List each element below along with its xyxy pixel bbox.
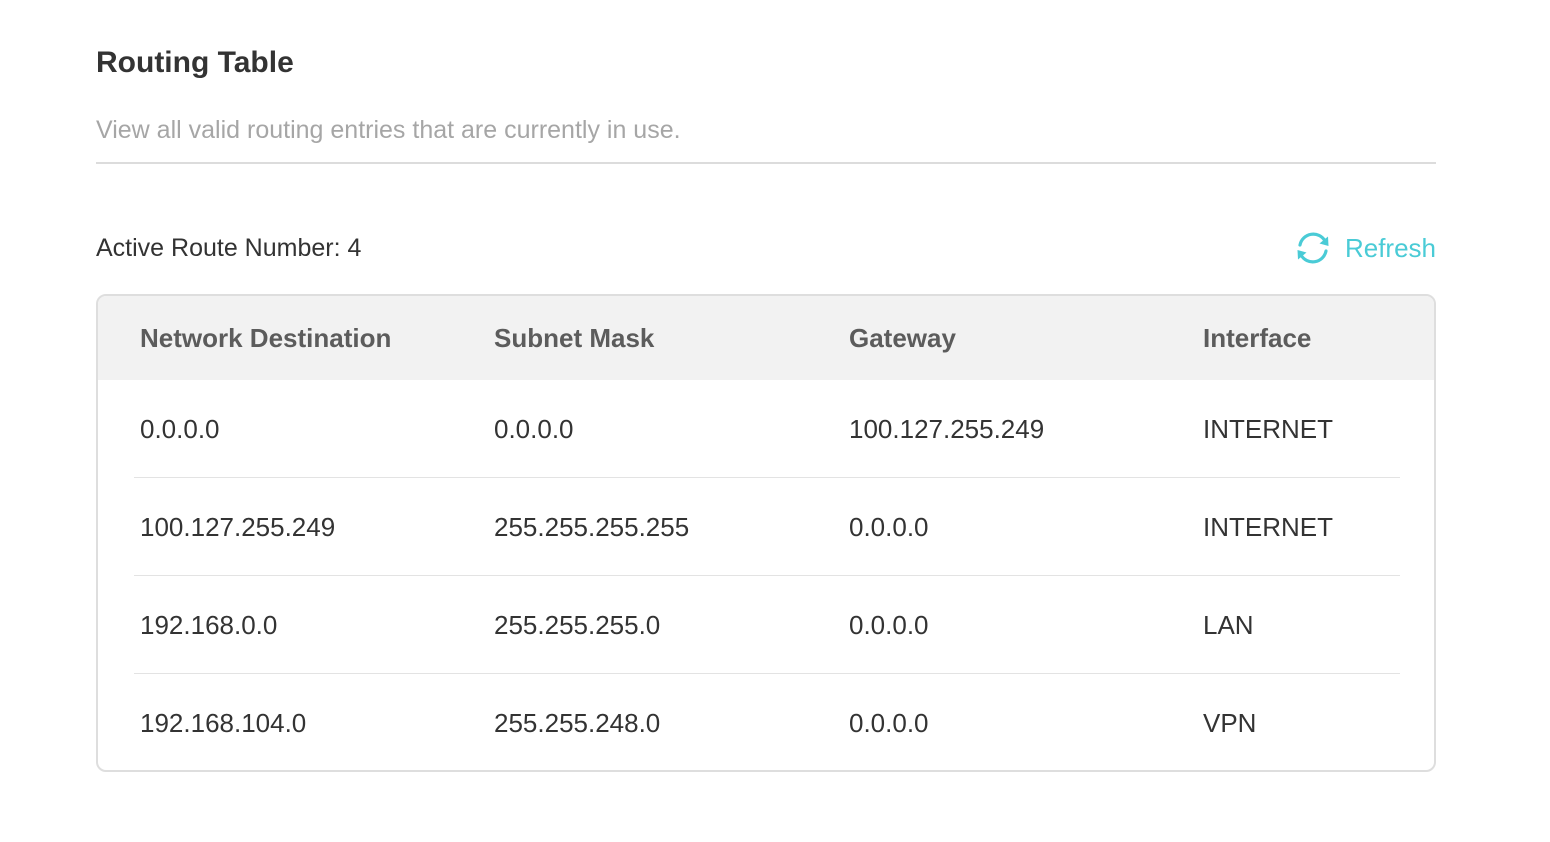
- table-row: 192.168.104.0 255.255.248.0 0.0.0.0 VPN: [98, 674, 1434, 770]
- cell-subnet-mask: 255.255.248.0: [494, 708, 661, 738]
- routing-table: Network Destination Subnet Mask Gateway …: [96, 294, 1436, 772]
- cell-gateway: 100.127.255.249: [849, 414, 1045, 444]
- cell-interface: INTERNET: [1203, 512, 1333, 542]
- table-header-row: Network Destination Subnet Mask Gateway …: [98, 296, 1434, 380]
- cell-interface: LAN: [1203, 610, 1254, 640]
- cell-interface: VPN: [1203, 708, 1257, 738]
- active-route-count: Active Route Number: 4: [96, 234, 362, 262]
- column-header-gateway: Gateway: [849, 323, 956, 353]
- column-header-subnet-mask: Subnet Mask: [494, 323, 655, 353]
- table-body: 0.0.0.0 0.0.0.0 100.127.255.249 INTERNET…: [98, 380, 1434, 770]
- cell-subnet-mask: 0.0.0.0: [494, 414, 574, 444]
- cell-network-destination: 192.168.104.0: [140, 708, 307, 738]
- cell-network-destination: 0.0.0.0: [140, 414, 220, 444]
- cell-subnet-mask: 255.255.255.255: [494, 512, 690, 542]
- refresh-button[interactable]: Refresh: [1293, 227, 1436, 269]
- table-row: 100.127.255.249 255.255.255.255 0.0.0.0 …: [98, 478, 1434, 576]
- cell-network-destination: 100.127.255.249: [140, 512, 336, 542]
- cell-gateway: 0.0.0.0: [849, 512, 929, 542]
- column-header-network-destination: Network Destination: [140, 323, 392, 353]
- page-description: View all valid routing entries that are …: [96, 116, 681, 144]
- table-row: 192.168.0.0 255.255.255.0 0.0.0.0 LAN: [98, 576, 1434, 674]
- cell-gateway: 0.0.0.0: [849, 708, 929, 738]
- cell-network-destination: 192.168.0.0: [140, 610, 278, 640]
- refresh-icon: [1297, 232, 1329, 264]
- cell-interface: INTERNET: [1203, 414, 1333, 444]
- table-row: 0.0.0.0 0.0.0.0 100.127.255.249 INTERNET: [98, 380, 1434, 478]
- column-header-interface: Interface: [1203, 323, 1312, 353]
- cell-subnet-mask: 255.255.255.0: [494, 610, 661, 640]
- header-divider: [96, 162, 1436, 164]
- cell-gateway: 0.0.0.0: [849, 610, 929, 640]
- page-title: Routing Table: [96, 46, 294, 79]
- refresh-label: Refresh: [1344, 233, 1436, 263]
